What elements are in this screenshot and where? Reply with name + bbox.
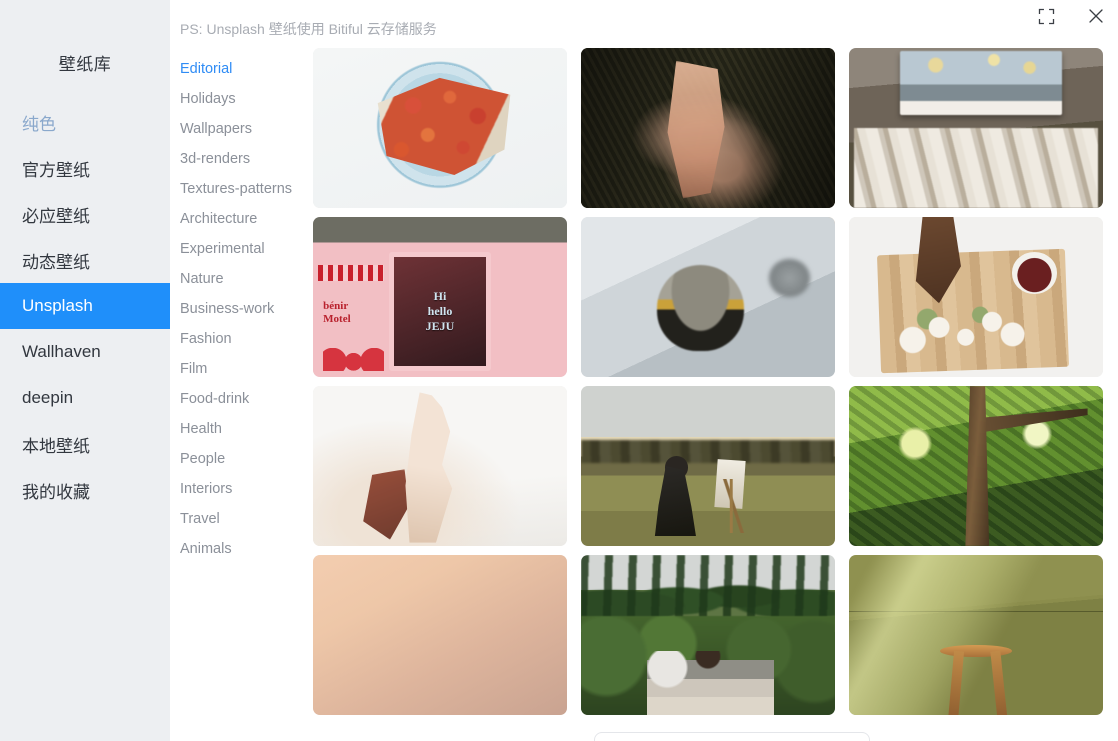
sidebar-item-bing-wallpaper[interactable]: 必应壁纸 <box>0 191 170 237</box>
sidebar-item-wallhaven[interactable]: Wallhaven <box>0 329 170 375</box>
thumb-paint-tubes-canvas[interactable] <box>849 48 1103 208</box>
thumbnail-image <box>849 555 1103 715</box>
category-item-travel[interactable]: Travel <box>180 504 306 534</box>
sidebar-nav-list: 纯色 官方壁纸 必应壁纸 动态壁纸 Unsplash Wallhaven dee… <box>0 99 170 513</box>
thumbnail-image <box>313 48 567 208</box>
sidebar-item-label: 动态壁纸 <box>22 252 90 272</box>
thumb-pink-motel-jeju[interactable]: Hi hello JEJU bénir Motel <box>313 217 567 377</box>
sidebar-item-label: 我的收藏 <box>22 482 90 502</box>
sidebar-title: 壁纸库 <box>58 55 112 74</box>
thumbnail-image <box>313 555 567 715</box>
treeline <box>581 440 835 463</box>
benir-motel-sign: bénir Motel <box>323 300 351 326</box>
category-item-fashion[interactable]: Fashion <box>180 324 306 354</box>
panel-header: PS: Unsplash 壁纸使用 Bitiful 云存储服务 <box>170 0 1118 46</box>
thumb-canapes-wood-board[interactable] <box>849 217 1103 377</box>
category-item-film[interactable]: Film <box>180 354 306 384</box>
sidebar-item-deepin[interactable]: deepin <box>0 375 170 421</box>
thumbnail-image <box>849 217 1103 377</box>
light-beam <box>849 555 1043 715</box>
thumb-peach-gradient[interactable] <box>313 555 567 715</box>
people-group <box>647 651 775 715</box>
category-item-architecture[interactable]: Architecture <box>180 204 306 234</box>
wallpaper-grid: Hi hello JEJU bénir Motel <box>313 48 1103 715</box>
thumbnail-image <box>581 217 835 377</box>
category-item-editorial[interactable]: Editorial <box>180 54 306 84</box>
window-controls <box>1034 4 1108 28</box>
content-panel: PS: Unsplash 壁纸使用 Bitiful 云存储服务 Editoria… <box>170 0 1118 741</box>
drop-decals <box>323 348 385 371</box>
sidebar-item-label: Unsplash <box>22 296 93 315</box>
sidebar-item-local-wallpaper[interactable]: 本地壁纸 <box>0 421 170 467</box>
sidebar-item-official-wallpaper[interactable]: 官方壁纸 <box>0 145 170 191</box>
sidebar-item-label: deepin <box>22 388 74 407</box>
canapes <box>894 290 1043 361</box>
thumb-turtle-on-white[interactable] <box>581 217 835 377</box>
sidebar-item-unsplash[interactable]: Unsplash <box>0 283 170 329</box>
sidebar-item-solid-color[interactable]: 纯色 <box>0 99 170 145</box>
category-item-3d-renders[interactable]: 3d-renders <box>180 144 306 174</box>
thumbnail-image <box>581 48 835 208</box>
thumb-hand-bright-white[interactable] <box>313 386 567 546</box>
easel-legs <box>713 478 754 534</box>
seated-figure <box>654 466 696 537</box>
sidebar-item-label: Wallhaven <box>22 342 101 361</box>
category-item-interiors[interactable]: Interiors <box>180 474 306 504</box>
thumb-people-forest-table[interactable] <box>581 555 835 715</box>
thumb-hands-on-grass[interactable] <box>581 48 835 208</box>
thumbnail-image <box>849 48 1103 208</box>
sidebar-item-live-wallpaper[interactable]: 动态壁纸 <box>0 237 170 283</box>
sidebar-item-label: 纯色 <box>22 114 56 134</box>
category-item-animals[interactable]: Animals <box>180 534 306 564</box>
thumbnail-image: Hi hello JEJU bénir Motel <box>313 217 567 377</box>
close-icon[interactable] <box>1084 4 1108 28</box>
category-list: Editorial Holidays Wallpapers 3d-renders… <box>180 54 306 564</box>
provider-note: PS: Unsplash 壁纸使用 Bitiful 云存储服务 <box>180 21 437 37</box>
category-item-holidays[interactable]: Holidays <box>180 84 306 114</box>
sidebar-item-label: 官方壁纸 <box>22 160 90 180</box>
sidebar-item-label: 必应壁纸 <box>22 206 90 226</box>
category-item-wallpapers[interactable]: Wallpapers <box>180 114 306 144</box>
load-more-button[interactable] <box>594 732 870 741</box>
fullscreen-icon[interactable] <box>1034 4 1058 28</box>
thumb-crispbread-strawberry-plate[interactable] <box>313 48 567 208</box>
sidebar: 壁纸库 纯色 官方壁纸 必应壁纸 动态壁纸 Unsplash Wallhaven… <box>0 0 170 741</box>
sidebar-item-label: 本地壁纸 <box>22 436 90 456</box>
category-item-textures-patterns[interactable]: Textures-patterns <box>180 174 306 204</box>
category-item-nature[interactable]: Nature <box>180 264 306 294</box>
sauce-bowl <box>1011 252 1058 294</box>
category-item-health[interactable]: Health <box>180 414 306 444</box>
thumb-woman-painting-easel[interactable] <box>581 386 835 546</box>
thumbnail-image <box>849 386 1103 546</box>
awning-stripes <box>318 265 385 281</box>
thumb-tree-canopy[interactable] <box>849 386 1103 546</box>
thumb-wooden-stool-olive-wall[interactable] <box>849 555 1103 715</box>
jeju-sign: Hi hello JEJU <box>425 288 455 333</box>
category-item-food-drink[interactable]: Food-drink <box>180 384 306 414</box>
thumbnail-image <box>581 555 835 715</box>
category-item-business-work[interactable]: Business-work <box>180 294 306 324</box>
thumbnail-image <box>581 386 835 546</box>
sidebar-item-my-favorites[interactable]: 我的收藏 <box>0 467 170 513</box>
thumbnail-image <box>313 386 567 546</box>
category-item-experimental[interactable]: Experimental <box>180 234 306 264</box>
category-item-people[interactable]: People <box>180 444 306 474</box>
wallpaper-library-window: 壁纸库 纯色 官方壁纸 必应壁纸 动态壁纸 Unsplash Wallhaven… <box>0 0 1118 741</box>
